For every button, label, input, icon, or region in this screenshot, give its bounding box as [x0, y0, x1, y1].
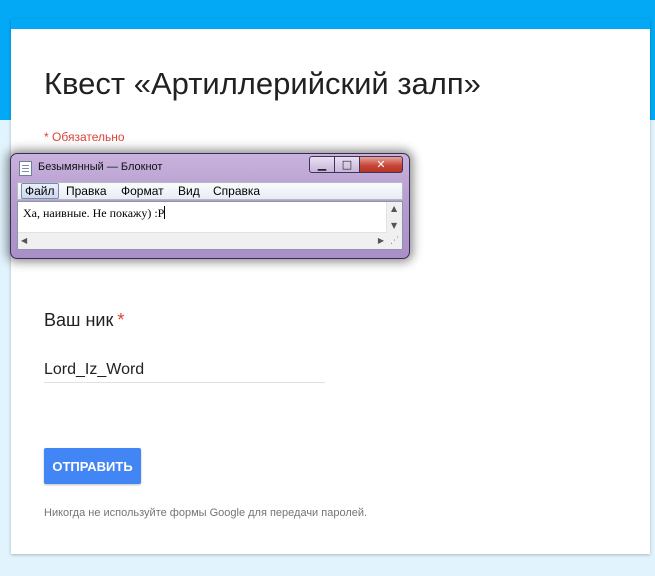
horizontal-scrollbar[interactable]: ◀ ▶ [18, 232, 387, 249]
maximize-button[interactable]: □ [335, 156, 360, 173]
form-card: Квест «Артиллерийский залп» * Обязательн… [11, 19, 650, 554]
menu-format[interactable]: Формат [118, 184, 167, 198]
notepad-icon [19, 161, 32, 176]
password-warning: Никогда не используйте формы Google для … [44, 507, 368, 519]
close-button[interactable]: ✕ [360, 156, 403, 173]
notepad-text-line: Ха, наивные. Не покажу) :P [23, 206, 166, 221]
required-star: * [117, 310, 125, 330]
card-accent [11, 19, 650, 29]
vertical-scrollbar[interactable]: ▲ ▼ [386, 202, 402, 233]
menu-help[interactable]: Справка [210, 184, 263, 198]
scroll-up-icon[interactable]: ▲ [391, 204, 397, 213]
question-nickname: Ваш ник * [44, 310, 124, 331]
page-title: Квест «Артиллерийский залп» [44, 66, 481, 101]
menu-file[interactable]: Файл [21, 183, 59, 199]
notepad-menubar: Файл Правка Формат Вид Справка [17, 182, 403, 200]
notepad-text: Ха, наивные. Не покажу) :P [23, 206, 165, 220]
scroll-down-icon[interactable]: ▼ [391, 221, 397, 230]
notepad-titlebar[interactable]: Безымянный — Блокнот ▁ □ ✕ [11, 154, 409, 180]
scroll-left-icon[interactable]: ◀ [21, 236, 27, 245]
menu-view[interactable]: Вид [175, 184, 203, 198]
menu-edit[interactable]: Правка [63, 184, 110, 198]
scroll-right-icon[interactable]: ▶ [378, 236, 384, 245]
nickname-input[interactable] [44, 358, 325, 383]
minimize-button[interactable]: ▁ [309, 156, 335, 173]
notepad-window[interactable]: Безымянный — Блокнот ▁ □ ✕ Файл Правка Ф… [10, 153, 410, 259]
notepad-title: Безымянный — Блокнот [38, 161, 163, 173]
notepad-text-area[interactable]: Ха, наивные. Не покажу) :P ▲ ▼ ◀ ▶ ⋰ [17, 201, 403, 250]
resize-grip-icon[interactable]: ⋰ [387, 233, 402, 249]
required-note: * Обязательно [44, 130, 125, 144]
submit-button[interactable]: ОТПРАВИТЬ [44, 448, 141, 484]
question-label: Ваш ник [44, 310, 114, 330]
text-caret [164, 206, 166, 219]
window-controls: ▁ □ ✕ [309, 156, 403, 174]
